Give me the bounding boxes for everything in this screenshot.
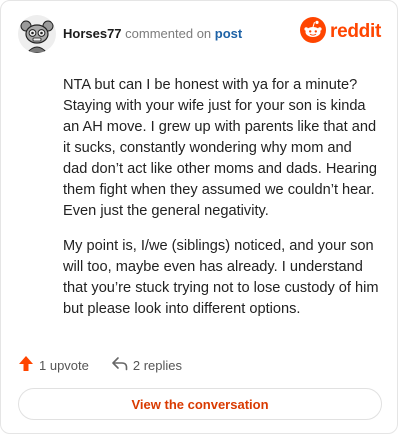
upvote-button[interactable]: 1 upvote — [18, 355, 89, 375]
comment-body: NTA but can I be honest with ya for a mi… — [63, 75, 379, 334]
username-link[interactable]: Horses77 — [63, 26, 122, 41]
byline-verb: commented on — [125, 26, 212, 41]
embedded-comment-card: Horses77 commented on post reddit NTA bu… — [0, 0, 398, 434]
comment-paragraph: NTA but can I be honest with ya for a mi… — [63, 77, 377, 219]
comment-paragraph: My point is, I/we (siblings) noticed, an… — [63, 238, 379, 317]
post-link[interactable]: post — [215, 26, 242, 41]
upvote-count: 1 upvote — [39, 357, 89, 373]
comment-header: Horses77 commented on post reddit — [18, 15, 381, 55]
comment-byline: Horses77 commented on post — [63, 26, 242, 41]
replies-count: 2 replies — [132, 357, 183, 373]
reddit-wordmark: reddit — [330, 21, 381, 42]
reply-arrow-icon — [111, 356, 128, 374]
reddit-brand[interactable]: reddit — [300, 16, 381, 48]
view-conversation-button[interactable]: View the conversation — [18, 388, 382, 420]
snoo-avatar-icon[interactable] — [18, 15, 56, 53]
upvote-arrow-icon — [18, 355, 34, 375]
comment-actions: 1 upvote 2 replies — [18, 355, 182, 375]
replies-button[interactable]: 2 replies — [111, 356, 182, 374]
reddit-logo-icon — [300, 16, 327, 48]
